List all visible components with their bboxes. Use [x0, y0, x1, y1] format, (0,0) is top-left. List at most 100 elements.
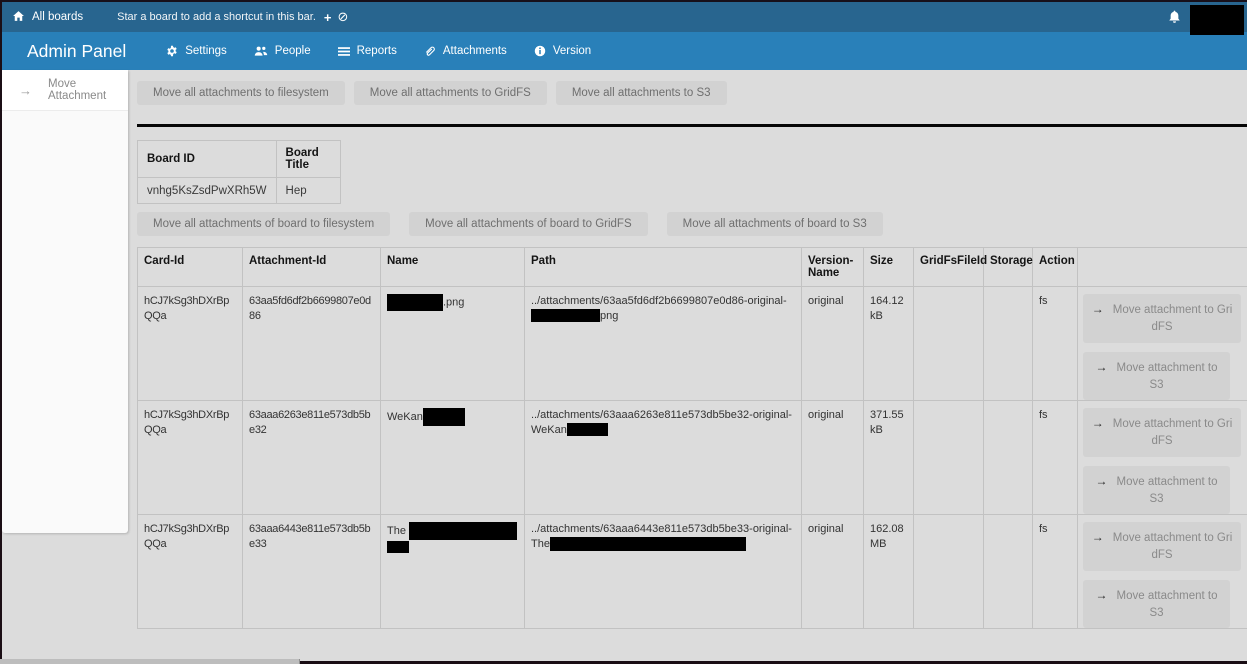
table-row: hCJ7kSg3hDXrBpQQa 63aa5fd6df2b6699807e0d…: [138, 287, 1247, 401]
cell-gridfsfileid: [914, 515, 984, 629]
bell-icon[interactable]: [1167, 9, 1182, 30]
column-header-path: Path: [525, 248, 802, 287]
move-board-to-gridfs-button[interactable]: Move all attachments of board to GridFS: [409, 212, 647, 236]
move-all-to-s3-button[interactable]: Move all attachments to S3: [556, 81, 727, 105]
page-title: Admin Panel: [27, 41, 126, 62]
global-toolbar: Move all attachments to filesystem Move …: [137, 81, 1247, 105]
redaction-box: [1190, 5, 1244, 35]
redaction-box: [567, 423, 608, 436]
move-attachment-to-gridfs-button[interactable]: →Move attachment to GridFS: [1083, 408, 1241, 457]
horizontal-scrollbar-thumb[interactable]: [0, 659, 300, 664]
info-icon: [534, 45, 546, 57]
shortcut-hint-text: Star a board to add a shortcut in this b…: [117, 11, 316, 23]
column-header-gridfsfileid: GridFsFileId: [914, 248, 984, 287]
cell-path: ../attachments/63aaa6263e811e573db5be32-…: [525, 401, 802, 515]
cell-size: 164.12 kB: [864, 287, 914, 401]
menu-item-attachments[interactable]: Attachments: [424, 45, 507, 58]
arrow-right-icon: →: [1096, 474, 1108, 488]
menu-item-label: Reports: [357, 45, 397, 57]
board-title-value: Hep: [276, 178, 340, 204]
admin-menu: Settings People Reports Attachments: [166, 45, 591, 58]
sidebar-item-label: Move Attachment: [48, 78, 128, 102]
path-line-2: png: [531, 309, 795, 324]
path-line-1: ../attachments/63aa5fd6df2b6699807e0d86-…: [531, 294, 795, 309]
forbidden-icon[interactable]: ⊘: [337, 9, 348, 25]
sidebar-item-move-attachment[interactable]: → Move Attachment: [2, 70, 128, 111]
column-header-board-id: Board ID: [138, 141, 277, 178]
cell-size: 162.08 MB: [864, 515, 914, 629]
window-top-edge: [0, 0, 1247, 2]
cell-version-name: original: [802, 401, 864, 515]
move-attachment-to-gridfs-button[interactable]: →Move attachment to GridFS: [1083, 294, 1241, 343]
path-line-1: ../attachments/63aaa6263e811e573db5be32-…: [531, 408, 795, 423]
cell-attachment-id: 63aa5fd6df2b6699807e0d86: [243, 287, 381, 401]
move-all-to-gridfs-button[interactable]: Move all attachments to GridFS: [354, 81, 547, 105]
redaction-box: [387, 294, 443, 311]
redaction-box: [550, 537, 746, 551]
attachments-table-body: hCJ7kSg3hDXrBpQQa 63aa5fd6df2b6699807e0d…: [138, 287, 1247, 629]
move-attachment-to-s3-button[interactable]: →Move attachment to S3: [1083, 466, 1230, 515]
table-row: hCJ7kSg3hDXrBpQQa 63aaa6263e811e573db5be…: [138, 401, 1247, 515]
cell-gridfsfileid: [914, 287, 984, 401]
people-icon: [254, 45, 268, 57]
column-header-size: Size: [864, 248, 914, 287]
cell-name: The: [381, 515, 525, 629]
admin-panel-page: All boards Star a board to add a shortcu…: [0, 0, 1247, 664]
board-table: Board ID Board Title vnhg5KsZsdPwXRh5W H…: [137, 140, 341, 204]
cell-version-name: original: [802, 287, 864, 401]
path-line-2: The: [531, 537, 795, 552]
main-content: Move all attachments to filesystem Move …: [137, 70, 1247, 629]
cell-row-buttons: →Move attachment to GridFS →Move attachme…: [1078, 515, 1247, 629]
path-line-2: WeKan: [531, 423, 795, 438]
table-row: hCJ7kSg3hDXrBpQQa 63aaa6443e811e573db5be…: [138, 515, 1247, 629]
redaction-box: [409, 522, 517, 540]
cell-storage: [984, 287, 1033, 401]
move-board-to-filesystem-button[interactable]: Move all attachments of board to filesys…: [137, 212, 390, 236]
menu-item-version[interactable]: Version: [534, 45, 591, 57]
move-board-to-s3-button[interactable]: Move all attachments of board to S3: [667, 212, 883, 236]
gear-icon: [166, 45, 178, 57]
admin-header-bar: Admin Panel Settings People Reports: [2, 32, 1247, 70]
menu-item-settings[interactable]: Settings: [166, 45, 227, 57]
column-header-card-id: Card-Id: [138, 248, 243, 287]
board-table-row: vnhg5KsZsdPwXRh5W Hep: [138, 178, 341, 204]
redaction-box: [531, 309, 600, 322]
cell-row-buttons: →Move attachment to GridFS →Move attachme…: [1078, 401, 1247, 515]
top-bar: All boards Star a board to add a shortcu…: [2, 2, 1247, 32]
move-all-to-filesystem-button[interactable]: Move all attachments to filesystem: [137, 81, 345, 105]
cell-version-name: original: [802, 515, 864, 629]
move-attachment-to-gridfs-button[interactable]: →Move attachment to GridFS: [1083, 522, 1241, 571]
menu-item-reports[interactable]: Reports: [338, 45, 397, 57]
column-header-storage: Storage: [984, 248, 1033, 287]
board-id-value: vnhg5KsZsdPwXRh5W: [138, 178, 277, 204]
move-attachment-to-s3-button[interactable]: →Move attachment to S3: [1083, 352, 1230, 401]
menu-item-label: Attachments: [443, 45, 507, 57]
column-header-board-title: Board Title: [276, 141, 340, 178]
window-left-edge: [0, 0, 2, 664]
column-header-buttons: [1078, 248, 1247, 287]
redaction-box: [423, 408, 465, 426]
cell-name: .png: [381, 287, 525, 401]
cell-row-buttons: →Move attachment to GridFS →Move attachme…: [1078, 287, 1247, 401]
path-line-1: ../attachments/63aaa6443e811e573db5be33-…: [531, 522, 795, 537]
topbar-icon-group: + ⊘: [324, 9, 349, 25]
menu-item-label: Version: [553, 45, 591, 57]
cell-attachment-id: 63aaa6263e811e573db5be32: [243, 401, 381, 515]
cell-card-id: hCJ7kSg3hDXrBpQQa: [138, 287, 243, 401]
home-icon: [12, 10, 25, 25]
reports-icon: [338, 46, 350, 57]
column-header-version-name: Version-Name: [802, 248, 864, 287]
cell-path: ../attachments/63aa5fd6df2b6699807e0d86-…: [525, 287, 802, 401]
arrow-right-icon: →: [1092, 530, 1104, 544]
cell-action: fs: [1033, 401, 1078, 515]
all-boards-label: All boards: [32, 11, 83, 23]
move-icon[interactable]: +: [324, 10, 332, 25]
cell-attachment-id: 63aaa6443e811e573db5be33: [243, 515, 381, 629]
arrow-right-icon: →: [1096, 588, 1108, 602]
arrow-right-icon: →: [1092, 416, 1104, 430]
all-boards-link[interactable]: All boards: [12, 10, 83, 25]
menu-item-people[interactable]: People: [254, 45, 311, 57]
column-header-action: Action: [1033, 248, 1078, 287]
menu-item-label: People: [275, 45, 311, 57]
move-attachment-to-s3-button[interactable]: →Move attachment to S3: [1083, 580, 1230, 629]
